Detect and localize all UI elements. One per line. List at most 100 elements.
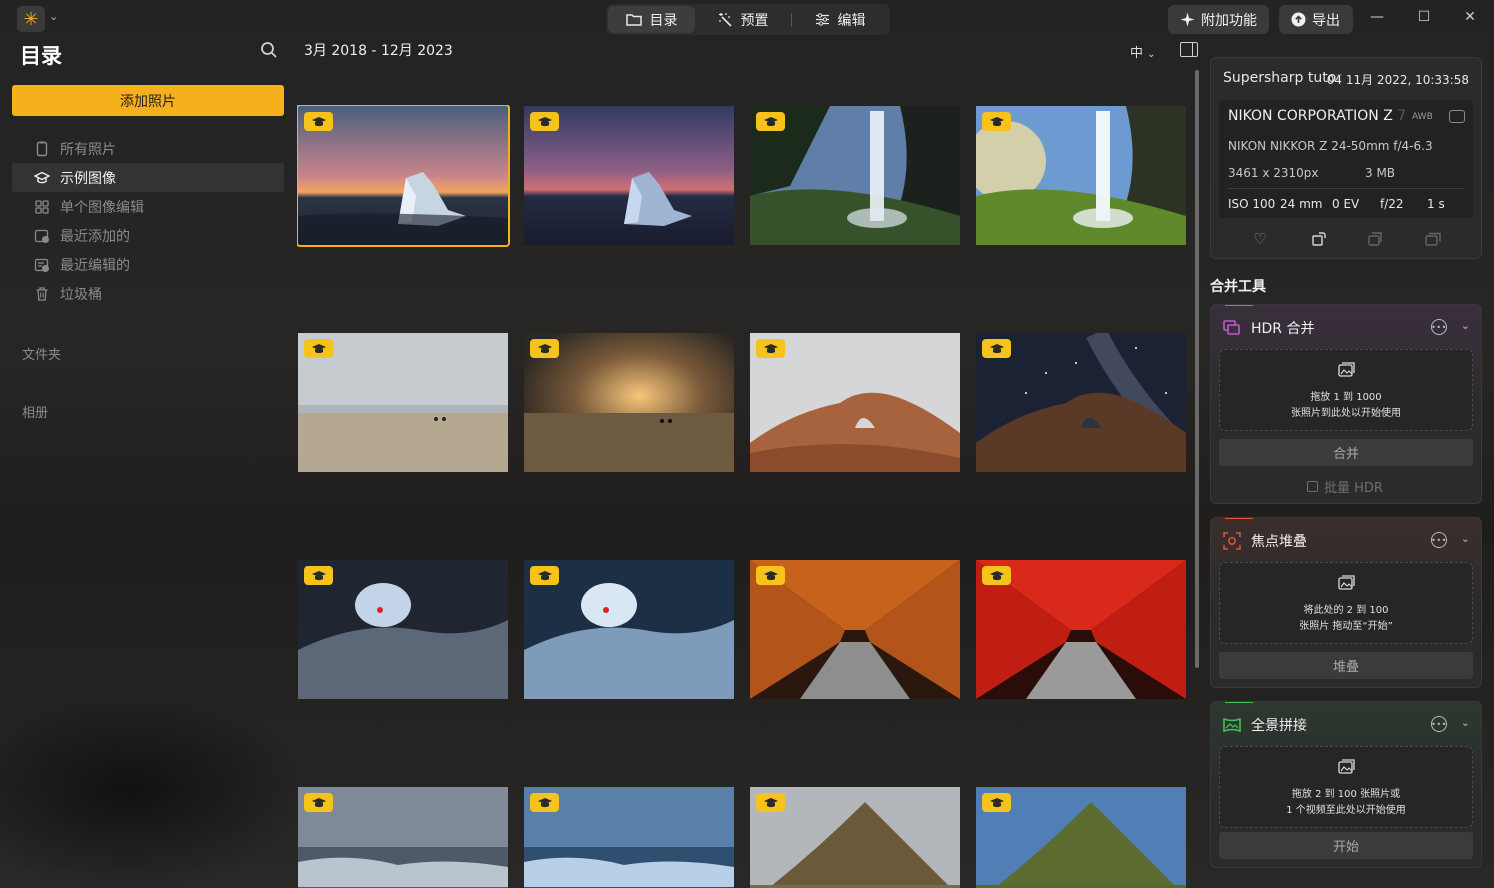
sample-badge: [756, 339, 785, 358]
photo-thumbnail[interactable]: [524, 560, 734, 699]
sidebar-item-trash[interactable]: 垃圾桶: [12, 279, 284, 308]
photo-thumbnail[interactable]: [524, 106, 734, 245]
tab-edit-label: 编辑: [837, 12, 866, 29]
photo-thumbnail[interactable]: [298, 333, 508, 472]
photo-thumbnail[interactable]: [976, 787, 1186, 888]
extras-button[interactable]: 附加功能: [1168, 5, 1269, 34]
image-dimensions: 3461 x 2310px: [1228, 166, 1319, 180]
focus-stacking-title: 焦点堆叠: [1251, 534, 1307, 550]
grid-scrollbar[interactable]: [1195, 70, 1199, 668]
search-icon[interactable]: [260, 41, 278, 59]
tab-catalog[interactable]: 目录: [608, 6, 695, 33]
tab-catalog-label: 目录: [649, 12, 678, 29]
sidebar-item-all-photos[interactable]: 所有照片: [12, 134, 284, 163]
sidebar-item-label: 单个图像编辑: [60, 199, 144, 216]
chevron-down-icon[interactable]: ⌄: [1461, 532, 1470, 545]
panorama-drop-text-2: 1 个视频至此处以开始使用: [1286, 805, 1406, 816]
sample-badge: [756, 566, 785, 585]
tab-presets[interactable]: 预置: [695, 6, 791, 33]
panorama-icon: [1223, 717, 1241, 733]
graduation-cap-icon: [989, 116, 1004, 126]
upload-icon: [1291, 12, 1306, 27]
sample-badge: [530, 112, 559, 131]
graduation-cap-icon: [537, 116, 552, 126]
heart-icon[interactable]: ♡: [1251, 230, 1269, 248]
magic-wand-icon: [718, 13, 732, 27]
photo-thumbnail[interactable]: [524, 333, 734, 472]
chevron-down-icon[interactable]: ⌄: [1461, 716, 1470, 729]
sidebar-item-recently-edited[interactable]: 最近编辑的: [12, 250, 284, 279]
sample-badge: [304, 793, 333, 812]
sparkle-icon: [1180, 12, 1195, 27]
photo-thumbnail[interactable]: [976, 333, 1186, 472]
tab-presets-label: 预置: [740, 12, 769, 29]
aperture-value: f/22: [1380, 197, 1404, 211]
more-options-icon[interactable]: •••: [1431, 532, 1447, 548]
recent-edited-icon: [34, 258, 49, 272]
sample-badge: [304, 566, 333, 585]
trash-icon: [36, 286, 48, 301]
folders-section-header[interactable]: 文件夹: [22, 344, 61, 363]
hdr-merge-button[interactable]: 合并: [1219, 439, 1473, 466]
hdr-drop-zone[interactable]: 拖放 1 到 1000 张照片到此处以开始使用: [1219, 349, 1473, 431]
more-options-icon[interactable]: •••: [1431, 319, 1447, 335]
photo-grid: [297, 105, 1187, 888]
more-options-icon[interactable]: •••: [1431, 716, 1447, 732]
maximize-icon[interactable]: ☐: [1414, 9, 1434, 25]
sidebar-item-sample-images[interactable]: 示例图像: [12, 163, 284, 192]
app-menu-button[interactable]: ✳: [17, 6, 45, 32]
photo-thumbnail[interactable]: [976, 106, 1186, 245]
panel-toggle-icon[interactable]: [1180, 42, 1198, 57]
focus-stacking-header[interactable]: 焦点堆叠: [1223, 530, 1307, 552]
minimize-icon[interactable]: —: [1367, 9, 1387, 25]
photo-thumbnail[interactable]: [750, 560, 960, 699]
image-actions: ♡: [1211, 230, 1481, 252]
photo-thumbnail[interactable]: [750, 787, 960, 888]
divider: [1227, 188, 1465, 189]
top-bar: ✳ ⌄ 目录 预置 编辑 附加功能 导出 — ☐ ✕: [0, 0, 1494, 38]
close-icon[interactable]: ✕: [1460, 9, 1480, 25]
hdr-icon: [1223, 320, 1240, 335]
duplicate-icon[interactable]: [1366, 230, 1384, 248]
photo-thumbnail[interactable]: [750, 106, 960, 245]
photo-thumbnail[interactable]: [750, 333, 960, 472]
awb-label: AWB: [1412, 112, 1433, 122]
graduation-cap-icon: [989, 343, 1004, 353]
panorama-drop-zone[interactable]: 拖放 2 到 100 张照片或 1 个视频至此处以开始使用: [1219, 746, 1473, 828]
panorama-start-button[interactable]: 开始: [1219, 832, 1473, 859]
thumbnail-size-select[interactable]: 中 ⌄: [1130, 42, 1156, 61]
photo-thumbnail[interactable]: [298, 560, 508, 699]
hdr-merge-header[interactable]: HDR 合并: [1223, 317, 1315, 339]
tab-edit[interactable]: 编辑: [792, 6, 888, 33]
sample-badge: [756, 793, 785, 812]
batch-hdr-label: 批量 HDR: [1324, 481, 1383, 496]
panorama-stitch-header[interactable]: 全景拼接: [1223, 714, 1307, 736]
sidebar-item-recently-added[interactable]: 最近添加的: [12, 221, 284, 250]
albums-section-header[interactable]: 相册: [22, 402, 48, 421]
stack-icon[interactable]: [1424, 230, 1442, 248]
batch-hdr-checkbox[interactable]: 批量 HDR: [1307, 477, 1383, 496]
panorama-stitch-title: 全景拼接: [1251, 718, 1307, 734]
photo-thumbnail[interactable]: [524, 787, 734, 888]
shutter-speed: 1 s: [1427, 197, 1445, 211]
photo-thumbnail[interactable]: [298, 787, 508, 888]
graduation-cap-icon: [537, 570, 552, 580]
chevron-down-icon[interactable]: ⌄: [1461, 319, 1470, 332]
hdr-drop-text-2: 张照片到此处以开始使用: [1291, 408, 1401, 419]
graduation-cap-icon: [311, 797, 326, 807]
photo-thumbnail[interactable]: [976, 560, 1186, 699]
sidebar-item-single-edits[interactable]: 单个图像编辑: [12, 192, 284, 221]
export-button[interactable]: 导出: [1279, 5, 1353, 34]
stack-button[interactable]: 堆叠: [1219, 652, 1473, 679]
image-date: 04 11月 2022, 10:33:58: [1326, 73, 1469, 87]
recent-added-icon: [34, 229, 49, 243]
sidebar-item-label: 最近编辑的: [60, 257, 130, 274]
add-photos-button[interactable]: 添加照片: [12, 85, 284, 116]
grid-icon: [35, 199, 49, 214]
focus-drop-zone[interactable]: 将此处的 2 到 100 张照片 拖动至“开始”: [1219, 562, 1473, 644]
photo-thumbnail[interactable]: [297, 105, 510, 247]
rotate-icon[interactable]: [1310, 230, 1328, 248]
exif-panel: NIKON CORPORATION Z 7 AWB NIKON NIKKOR Z…: [1219, 100, 1473, 218]
chevron-down-icon[interactable]: ⌄: [49, 10, 58, 23]
sample-badge: [982, 339, 1011, 358]
